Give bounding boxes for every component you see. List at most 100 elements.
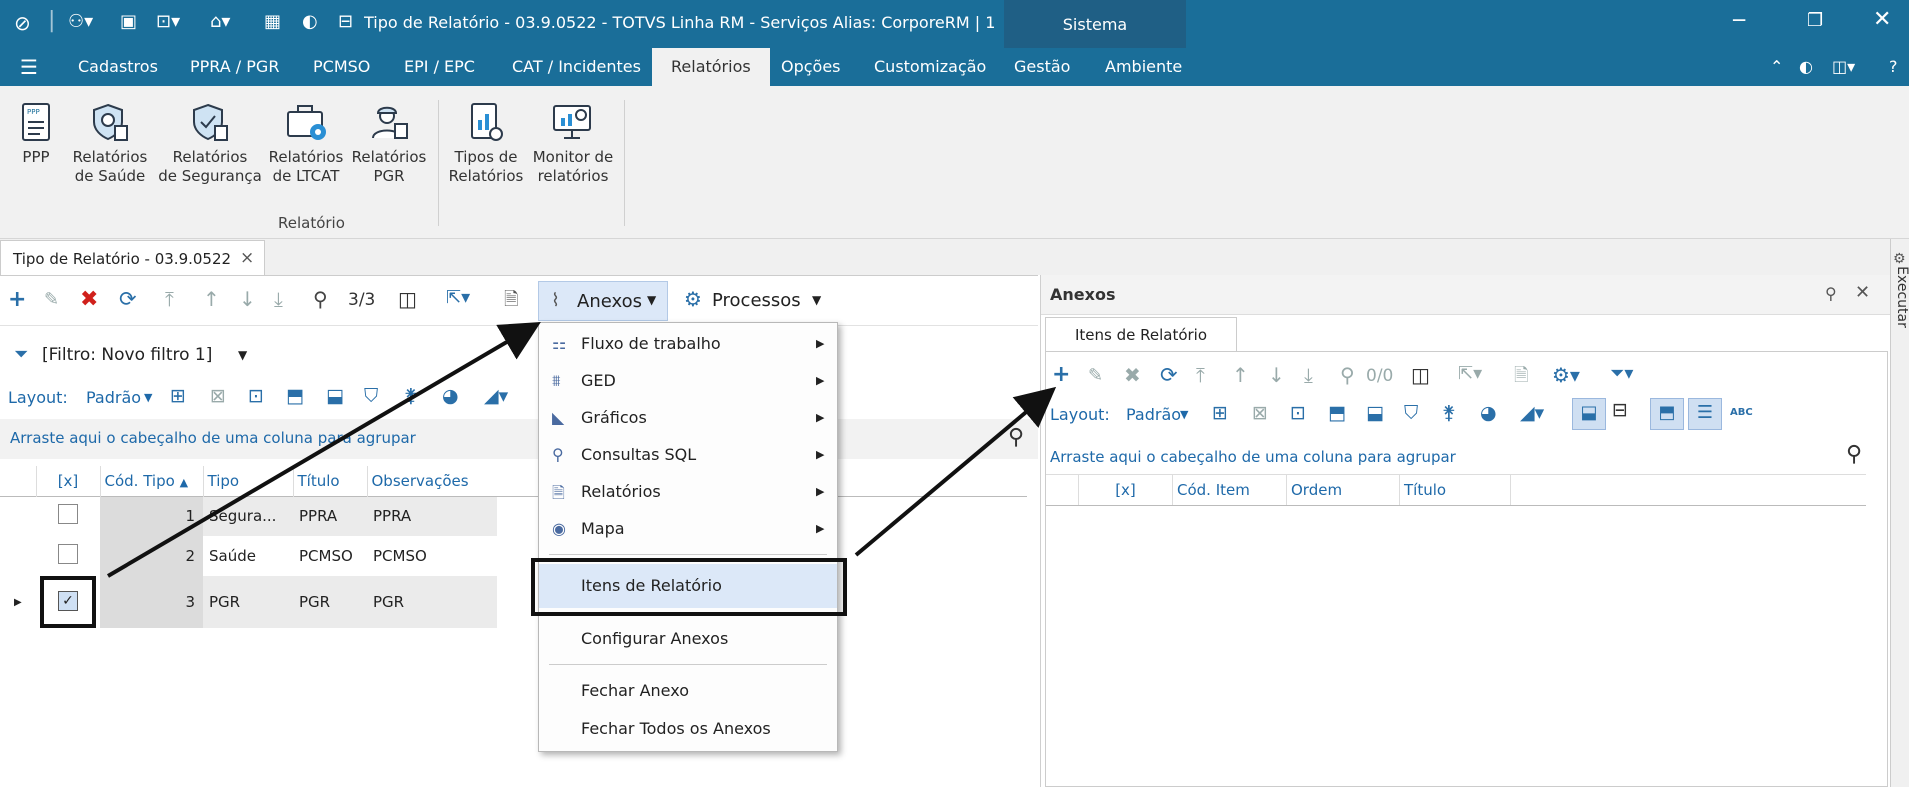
delete-icon[interactable]: ✖ — [80, 287, 98, 312]
group-panel-icon[interactable]: ⊟ — [1612, 399, 1628, 421]
first-record-icon[interactable]: ⤒ — [1196, 363, 1205, 387]
menu-cat-incidentes[interactable]: CAT / Incidentes — [512, 57, 641, 76]
next-record-icon[interactable]: ↓ — [239, 287, 256, 311]
filter-icon[interactable]: ⏷▾ — [1610, 363, 1633, 384]
help-icon[interactable]: ? — [1889, 57, 1898, 76]
calculator-icon[interactable]: ▦ — [264, 11, 281, 32]
column-header-observacoes[interactable]: Observações — [366, 466, 497, 496]
header-toggle-icon[interactable]: ⬒ — [1650, 398, 1684, 430]
menu-customizacao[interactable]: Customização — [874, 57, 986, 76]
edit-icon[interactable]: ✎ — [44, 289, 59, 310]
search-icon[interactable]: ⚲ — [1340, 363, 1355, 387]
menu-ppra-pgr[interactable]: PPRA / PGR — [190, 57, 279, 76]
column-header-check[interactable]: [x] — [1078, 475, 1172, 505]
menu-ambiente[interactable]: Ambiente — [1105, 57, 1182, 76]
checkbox-checked[interactable]: ✓ — [40, 576, 96, 628]
globe-icon[interactable]: ◐ — [302, 11, 318, 32]
document-tab[interactable]: Tipo de Relatório - 03.9.0522 × — [0, 240, 265, 275]
refresh-icon[interactable]: ⟳ — [119, 287, 137, 311]
gear-icon[interactable]: ⚙ — [684, 287, 702, 311]
row-checkbox[interactable] — [36, 536, 100, 576]
filter-icon[interactable]: ⏷ — [14, 344, 28, 365]
menu-item-mapa[interactable]: ◉ Mapa ▶ — [539, 511, 837, 547]
minimize-icon[interactable]: ─ — [1733, 8, 1745, 32]
pin-icon[interactable]: ⚵ — [1442, 402, 1456, 424]
columns-icon[interactable]: ◫ — [1411, 363, 1430, 387]
chart-icon[interactable]: ◢▾ — [484, 385, 508, 407]
relatorios-pgr-button[interactable]: Relatórios PGR — [350, 86, 428, 186]
next-record-icon[interactable]: ↓ — [1268, 363, 1285, 387]
paint-icon[interactable]: ⛉ — [1404, 402, 1418, 424]
app-menu-icon[interactable]: ☰ — [20, 55, 38, 79]
shapes-icon[interactable]: ◕ — [1480, 402, 1497, 424]
anexos-button[interactable]: ⌇ Anexos ▼ — [538, 281, 668, 321]
move-up-icon[interactable]: ⬒ — [1328, 402, 1346, 424]
close-icon[interactable]: × — [240, 248, 254, 268]
sistema-label[interactable]: Sistema — [1004, 0, 1186, 48]
document-icon[interactable]: 🗎 — [1514, 363, 1528, 393]
footer-toggle-icon[interactable]: ⬓ — [1572, 398, 1606, 430]
edit-row-icon[interactable]: ⊡ — [1290, 402, 1306, 424]
window-icon[interactable]: ⊡▾ — [156, 11, 180, 32]
add-icon[interactable]: + — [8, 287, 26, 312]
processos-label[interactable]: Processos — [712, 290, 801, 311]
chevron-down-icon[interactable]: ▼ — [238, 348, 247, 362]
menu-item-relatorios[interactable]: 🗎 Relatórios ▶ — [539, 474, 837, 510]
menu-item-ged[interactable]: ⩩ GED ▶ — [539, 363, 837, 399]
add-icon[interactable]: + — [1052, 362, 1070, 387]
filter-label[interactable]: [Filtro: Novo filtro 1] — [42, 345, 212, 365]
previous-record-icon[interactable]: ↑ — [203, 287, 220, 311]
row-checkbox[interactable]: ✓ — [36, 576, 100, 628]
delete-icon[interactable]: ✖ — [1124, 363, 1141, 387]
abc-icon[interactable]: ABC — [1730, 407, 1753, 418]
move-down-icon[interactable]: ⬓ — [1366, 402, 1384, 424]
columns-icon[interactable]: ◫ — [398, 287, 417, 311]
first-record-icon[interactable]: ⤒ — [165, 287, 174, 311]
network-icon[interactable]: ⚇▾ — [68, 11, 93, 32]
monitor-relatorios-button[interactable]: Monitor de relatórios — [528, 86, 618, 186]
menu-item-fluxo-trabalho[interactable]: ⚏ Fluxo de trabalho ▶ — [539, 326, 837, 362]
relatorios-ltcat-button[interactable]: Relatórios de LTCAT — [266, 86, 346, 186]
add-row-icon[interactable]: ⊞ — [1212, 402, 1228, 424]
menu-item-fechar-todos[interactable]: Fechar Todos os Anexos — [539, 711, 837, 747]
edit-icon[interactable]: ✎ — [1088, 365, 1103, 386]
globe-icon[interactable]: ◐ — [1799, 57, 1813, 76]
column-header-ordem[interactable]: Ordem — [1286, 475, 1399, 505]
column-header-cod-item[interactable]: Cód. Item — [1172, 475, 1286, 505]
menu-item-consultas-sql[interactable]: ⚲ Consultas SQL ▶ — [539, 437, 837, 473]
layout-select[interactable]: Padrão — [86, 388, 141, 407]
restore-icon[interactable]: ❐ — [1807, 10, 1823, 31]
menu-opcoes[interactable]: Opções — [781, 57, 841, 76]
close-icon[interactable]: ✕ — [1873, 7, 1891, 32]
layout-select[interactable]: Padrão — [1126, 405, 1181, 424]
layout-icon[interactable]: ◫▾ — [1832, 57, 1855, 76]
gear-icon[interactable]: ⚙▾ — [1552, 363, 1580, 387]
relatorios-saude-button[interactable]: Relatórios de Saúde — [70, 86, 150, 186]
menu-relatorios[interactable]: Relatórios — [652, 48, 770, 86]
chevron-down-icon[interactable]: ▼ — [647, 293, 656, 307]
move-up-icon[interactable]: ⬒ — [286, 385, 304, 407]
table-row[interactable]: 1 Segura... PPRA PPRA — [0, 496, 1027, 536]
home-icon[interactable]: ⌂▾ — [210, 11, 230, 32]
gear-icon[interactable]: ⚙ — [1893, 251, 1906, 267]
chevron-down-icon[interactable]: ▼ — [144, 391, 152, 404]
menu-pcmso[interactable]: PCMSO — [313, 57, 370, 76]
chart-icon[interactable]: ◢▾ — [1520, 402, 1544, 424]
add-row-icon[interactable]: ⊞ — [170, 385, 186, 407]
last-record-icon[interactable]: ⤓ — [274, 287, 283, 311]
edit-row-icon[interactable]: ⊡ — [248, 385, 264, 407]
previous-record-icon[interactable]: ↑ — [1232, 363, 1249, 387]
document-icon[interactable]: 🗎 — [504, 287, 518, 317]
search-icon[interactable]: ⚲ — [1008, 425, 1024, 450]
delete-row-icon[interactable]: ⊠ — [1252, 402, 1268, 424]
search-icon[interactable]: ⚲ — [313, 287, 328, 311]
export-icon[interactable]: ⇱▾ — [1458, 363, 1482, 384]
pin-icon[interactable]: ⚲ — [1825, 284, 1837, 303]
column-header-titulo[interactable]: Título — [1399, 475, 1511, 505]
menu-gestao[interactable]: Gestão — [1014, 57, 1070, 76]
close-icon[interactable]: ✕ — [1855, 282, 1870, 303]
paint-icon[interactable]: ⛉ — [364, 385, 378, 407]
checkbox[interactable] — [58, 504, 78, 525]
search-icon[interactable]: ⚲ — [1846, 442, 1862, 467]
view-icon[interactable]: ▣ — [120, 11, 137, 32]
